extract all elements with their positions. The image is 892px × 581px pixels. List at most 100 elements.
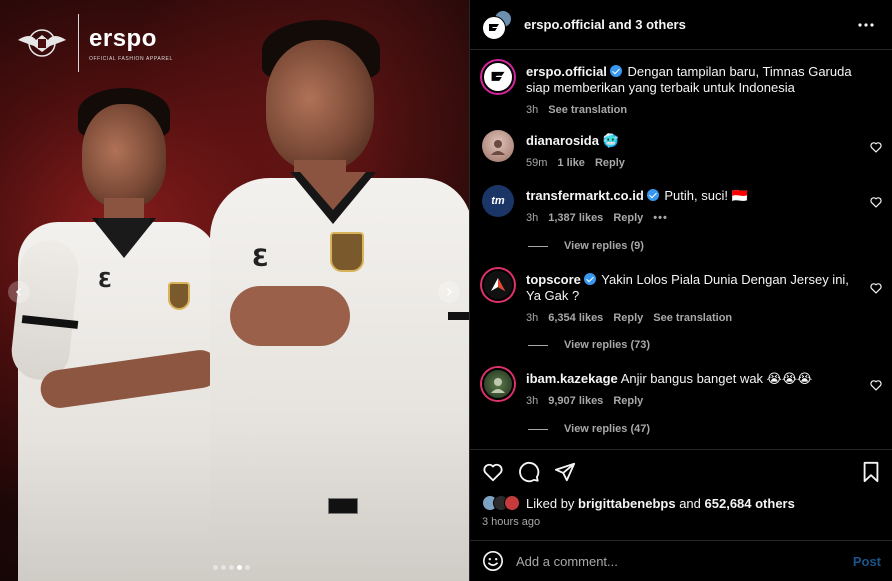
- comment-likes[interactable]: 1,387 likes: [548, 210, 603, 226]
- view-replies-button[interactable]: View replies (73): [528, 339, 650, 351]
- view-replies-label[interactable]: View replies (73): [564, 339, 650, 351]
- header-username[interactable]: erspo.official: [524, 17, 605, 32]
- player-left-crest: [168, 282, 190, 310]
- chevron-right-icon: [446, 287, 453, 297]
- comment-username[interactable]: ibam.kazekage: [526, 371, 618, 386]
- header-avatars[interactable]: [482, 9, 516, 40]
- comment-reply-button[interactable]: Reply: [595, 155, 625, 171]
- header-others[interactable]: and 3 others: [609, 17, 686, 32]
- emoji-icon[interactable]: [482, 550, 504, 572]
- view-replies-label[interactable]: View replies (9): [564, 240, 644, 252]
- topscore-logo-icon: [491, 278, 505, 291]
- erspo-avatar: [482, 15, 506, 40]
- comment-reply-button[interactable]: Reply: [613, 310, 643, 326]
- carousel-dot[interactable]: [229, 565, 234, 570]
- carousel-dot-active[interactable]: [237, 565, 242, 570]
- view-replies-button[interactable]: View replies (47): [528, 423, 650, 435]
- comment-reply-button[interactable]: Reply: [613, 393, 643, 409]
- chevron-left-icon: [15, 287, 22, 297]
- instagram-post-modal: Ɛ Ɛ erspo OFFICIAL FASHION APPAREL erspo…: [0, 0, 892, 581]
- liked-by-avatars[interactable]: [482, 495, 520, 511]
- comment-like-heart-icon[interactable]: [869, 378, 883, 392]
- comment-body: transfermarkt.co.id Putih, suci! 🇮🇩 3h 1…: [526, 188, 856, 226]
- caption-meta: 3h See translation: [526, 102, 856, 118]
- caption-avatar[interactable]: [482, 61, 514, 93]
- liked-by-prefix: Liked by: [526, 495, 575, 511]
- comment-username[interactable]: dianarosida: [526, 133, 599, 148]
- bookmark-icon[interactable]: [861, 461, 881, 483]
- view-replies-label[interactable]: View replies (47): [564, 423, 650, 435]
- liked-avatar: [504, 495, 520, 511]
- caption-time: 3h: [526, 104, 539, 116]
- comment-like-heart-icon[interactable]: [869, 281, 883, 295]
- view-replies-line: [528, 245, 548, 247]
- comment-avatar[interactable]: [482, 269, 514, 301]
- comment-username[interactable]: transfermarkt.co.id: [526, 188, 644, 203]
- comment-time: 3h: [526, 395, 539, 407]
- posted-time[interactable]: 3 hours ago: [470, 512, 892, 528]
- verified-badge-icon: [583, 273, 596, 285]
- carousel-dot[interactable]: [245, 565, 250, 570]
- player-right-label-tag: [328, 498, 358, 514]
- comment-avatar[interactable]: tm: [482, 185, 514, 217]
- erspo-wordmark: erspo: [89, 24, 157, 52]
- carousel-prev-button[interactable]: [8, 281, 30, 303]
- comment-time: 3h: [526, 312, 539, 324]
- post-comment-button[interactable]: Post: [853, 554, 881, 569]
- caption-see-translation[interactable]: See translation: [548, 102, 627, 118]
- transfermarkt-logo: tm: [491, 195, 505, 207]
- erspo-logo-icon: [491, 71, 505, 81]
- comment-username[interactable]: topscore: [526, 272, 581, 287]
- erspo-logo-icon: [489, 23, 499, 31]
- comment-text: Anjir bangus banget wak 😭😭😭: [620, 371, 813, 386]
- player-left-head: [82, 104, 166, 208]
- erspo-logo: erspo OFFICIAL FASHION APPAREL: [89, 25, 173, 62]
- comment-avatar[interactable]: [482, 368, 514, 400]
- comment-likes[interactable]: 9,907 likes: [548, 393, 603, 409]
- garuda-emblem-icon: [18, 29, 66, 57]
- action-icons-row: [470, 450, 892, 494]
- view-replies-line: [528, 344, 548, 346]
- comment-like-heart-icon[interactable]: [869, 195, 883, 209]
- liked-by-and: and: [679, 495, 701, 511]
- caption-username[interactable]: erspo.official: [526, 64, 607, 79]
- comment-reply-button[interactable]: Reply: [613, 210, 643, 226]
- post-header: erspo.official and 3 others: [470, 0, 892, 50]
- comment-body: topscore Yakin Lolos Piala Dunia Dengan …: [526, 272, 856, 326]
- heart-icon[interactable]: [482, 461, 504, 483]
- comment-meta: 3h 6,354 likes Reply See translation: [526, 310, 856, 326]
- logo-divider: [78, 14, 79, 72]
- liked-by-count[interactable]: 652,684 others: [705, 496, 795, 511]
- liked-by-row: Liked by brigittabenebps and 652,684 oth…: [470, 494, 892, 512]
- comment-body: dianarosida 🥶 59m 1 like Reply: [526, 133, 856, 171]
- erspo-tagline: OFFICIAL FASHION APPAREL: [89, 55, 173, 62]
- carousel-dot[interactable]: [213, 565, 218, 570]
- header-title: erspo.official and 3 others: [524, 17, 854, 32]
- caption-body: erspo.official Dengan tampilan baru, Tim…: [526, 64, 856, 118]
- comment-likes[interactable]: 1 like: [557, 155, 585, 171]
- comment-meta: 59m 1 like Reply: [526, 155, 856, 171]
- player-right-crest: [330, 232, 364, 272]
- comment-more-button[interactable]: •••: [653, 210, 668, 226]
- comments-list[interactable]: erspo.official Dengan tampilan baru, Tim…: [470, 51, 892, 449]
- player-right: Ɛ: [190, 0, 469, 581]
- post-image[interactable]: Ɛ Ɛ erspo OFFICIAL FASHION APPAREL: [0, 0, 469, 581]
- comment-time: 59m: [526, 157, 548, 169]
- carousel-dot[interactable]: [221, 565, 226, 570]
- user-photo-icon: [491, 140, 505, 155]
- player-right-brand-mark: Ɛ: [252, 244, 269, 272]
- comment-see-translation[interactable]: See translation: [653, 310, 732, 326]
- comment-like-heart-icon[interactable]: [869, 140, 883, 154]
- carousel-dots: [213, 565, 250, 570]
- comment-input[interactable]: [516, 553, 853, 569]
- send-icon[interactable]: [554, 461, 576, 483]
- comment-icon[interactable]: [518, 461, 540, 483]
- comment-avatar[interactable]: [482, 130, 514, 162]
- comment-meta: 3h 9,907 likes Reply: [526, 393, 856, 409]
- liked-by-user[interactable]: brigittabenebps: [578, 496, 676, 511]
- comment-time: 3h: [526, 212, 539, 224]
- view-replies-button[interactable]: View replies (9): [528, 240, 644, 252]
- more-options-button[interactable]: [854, 13, 878, 37]
- comment-likes[interactable]: 6,354 likes: [548, 310, 603, 326]
- carousel-next-button[interactable]: [438, 281, 460, 303]
